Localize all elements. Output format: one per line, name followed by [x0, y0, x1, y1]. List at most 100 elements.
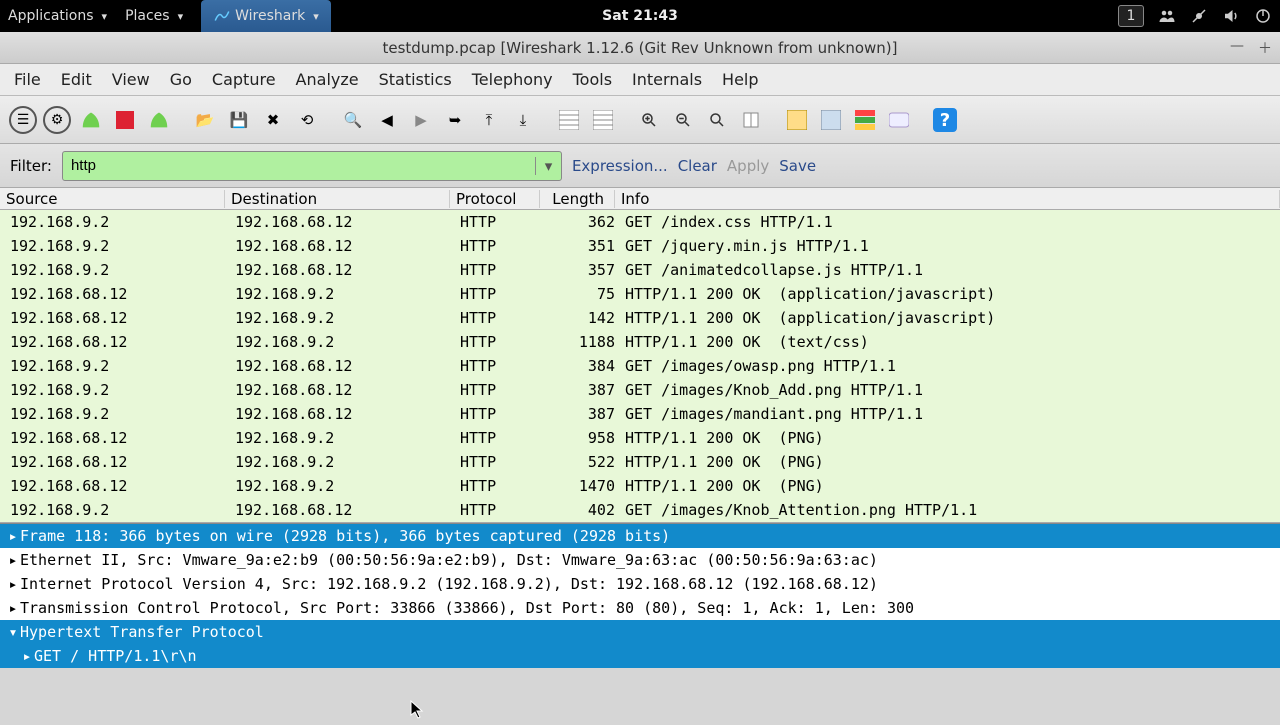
- apply-button[interactable]: Apply: [727, 157, 769, 175]
- coloring-rules-button[interactable]: [850, 105, 880, 135]
- display-filters-button[interactable]: [816, 105, 846, 135]
- auto-scroll-button[interactable]: [588, 105, 618, 135]
- maximize-icon[interactable]: ＋: [1258, 38, 1272, 58]
- col-protocol[interactable]: Protocol: [450, 190, 540, 208]
- cell-protocol: HTTP: [460, 261, 550, 279]
- find-button[interactable]: 🔍: [338, 105, 368, 135]
- record-icon[interactable]: [1190, 7, 1208, 25]
- workspace-badge[interactable]: 1: [1118, 5, 1144, 27]
- close-file-button[interactable]: ✖: [258, 105, 288, 135]
- cell-protocol: HTTP: [460, 357, 550, 375]
- filter-dropdown-icon[interactable]: ▾: [535, 157, 561, 175]
- menu-capture[interactable]: Capture: [204, 66, 284, 93]
- packet-row[interactable]: 192.168.9.2192.168.68.12HTTP402GET /imag…: [0, 498, 1280, 522]
- cell-protocol: HTTP: [460, 405, 550, 423]
- packet-row[interactable]: 192.168.68.12192.168.9.2HTTP142HTTP/1.1 …: [0, 306, 1280, 330]
- menu-file[interactable]: File: [6, 66, 49, 93]
- menu-go[interactable]: Go: [162, 66, 200, 93]
- packet-row[interactable]: 192.168.68.12192.168.9.2HTTP522HTTP/1.1 …: [0, 450, 1280, 474]
- cell-info: GET /images/Knob_Add.png HTTP/1.1: [625, 381, 1280, 399]
- menu-edit[interactable]: Edit: [53, 66, 100, 93]
- menu-statistics[interactable]: Statistics: [371, 66, 460, 93]
- expression-button[interactable]: Expression...: [572, 157, 668, 175]
- packet-row[interactable]: 192.168.68.12192.168.9.2HTTP958HTTP/1.1 …: [0, 426, 1280, 450]
- save-filter-button[interactable]: Save: [779, 157, 816, 175]
- mouse-cursor-icon: [410, 700, 426, 725]
- preferences-button[interactable]: [884, 105, 914, 135]
- filter-input[interactable]: [63, 157, 535, 174]
- interfaces-button[interactable]: ☰: [8, 105, 38, 135]
- cell-source: 192.168.9.2: [10, 357, 235, 375]
- active-app-indicator[interactable]: Wireshark: [201, 0, 331, 32]
- packet-details[interactable]: ▸Frame 118: 366 bytes on wire (2928 bits…: [0, 524, 1280, 668]
- resize-columns-button[interactable]: [736, 105, 766, 135]
- menu-internals[interactable]: Internals: [624, 66, 710, 93]
- packet-row[interactable]: 192.168.9.2192.168.68.12HTTP387GET /imag…: [0, 402, 1280, 426]
- menu-help[interactable]: Help: [714, 66, 766, 93]
- minimize-icon[interactable]: —: [1230, 38, 1244, 58]
- start-capture-button[interactable]: [76, 105, 106, 135]
- tree-tcp[interactable]: ▸Transmission Control Protocol, Src Port…: [0, 596, 1280, 620]
- tree-frame[interactable]: ▸Frame 118: 366 bytes on wire (2928 bits…: [0, 524, 1280, 548]
- open-button[interactable]: 📂: [190, 105, 220, 135]
- cell-source: 192.168.9.2: [10, 405, 235, 423]
- tree-http-get[interactable]: ▸GET / HTTP/1.1\r\n: [0, 644, 1280, 668]
- cell-info: HTTP/1.1 200 OK (application/javascript): [625, 309, 1280, 327]
- col-source[interactable]: Source: [0, 190, 225, 208]
- cell-protocol: HTTP: [460, 429, 550, 447]
- packet-list-header[interactable]: Source Destination Protocol Length Info: [0, 188, 1280, 210]
- power-icon[interactable]: [1254, 7, 1272, 25]
- zoom-reset-button[interactable]: [702, 105, 732, 135]
- cell-destination: 192.168.9.2: [235, 453, 460, 471]
- tree-http[interactable]: ▾Hypertext Transfer Protocol: [0, 620, 1280, 644]
- volume-icon[interactable]: [1222, 7, 1240, 25]
- packet-row[interactable]: 192.168.9.2192.168.68.12HTTP357GET /anim…: [0, 258, 1280, 282]
- window-titlebar[interactable]: testdump.pcap [Wireshark 1.12.6 (Git Rev…: [0, 32, 1280, 64]
- help-button[interactable]: ?: [930, 105, 960, 135]
- cell-source: 192.168.9.2: [10, 237, 235, 255]
- packet-row[interactable]: 192.168.68.12192.168.9.2HTTP1470HTTP/1.1…: [0, 474, 1280, 498]
- users-icon[interactable]: [1158, 7, 1176, 25]
- tree-ip[interactable]: ▸Internet Protocol Version 4, Src: 192.1…: [0, 572, 1280, 596]
- packet-row[interactable]: 192.168.68.12192.168.9.2HTTP1188HTTP/1.1…: [0, 330, 1280, 354]
- col-destination[interactable]: Destination: [225, 190, 450, 208]
- col-info[interactable]: Info: [615, 190, 1280, 208]
- packet-row[interactable]: 192.168.9.2192.168.68.12HTTP351GET /jque…: [0, 234, 1280, 258]
- col-length[interactable]: Length: [540, 190, 615, 208]
- packet-row[interactable]: 192.168.9.2192.168.68.12HTTP384GET /imag…: [0, 354, 1280, 378]
- capture-filters-button[interactable]: [782, 105, 812, 135]
- desktop-topbar: Applications Places Wireshark Sat 21:43 …: [0, 0, 1280, 32]
- cell-info: GET /images/owasp.png HTTP/1.1: [625, 357, 1280, 375]
- menu-places[interactable]: Places: [125, 8, 183, 24]
- back-button[interactable]: ◀: [372, 105, 402, 135]
- packet-list[interactable]: Source Destination Protocol Length Info …: [0, 188, 1280, 524]
- cell-length: 142: [550, 309, 625, 327]
- reload-button[interactable]: ⟲: [292, 105, 322, 135]
- filter-combo[interactable]: ▾: [62, 151, 562, 181]
- cell-source: 192.168.68.12: [10, 333, 235, 351]
- menu-tools[interactable]: Tools: [565, 66, 620, 93]
- goto-first-button[interactable]: ⤒: [474, 105, 504, 135]
- colorize-button[interactable]: [554, 105, 584, 135]
- restart-capture-button[interactable]: [144, 105, 174, 135]
- menu-analyze[interactable]: Analyze: [288, 66, 367, 93]
- packet-row[interactable]: 192.168.9.2192.168.68.12HTTP387GET /imag…: [0, 378, 1280, 402]
- tree-ethernet[interactable]: ▸Ethernet II, Src: Vmware_9a:e2:b9 (00:5…: [0, 548, 1280, 572]
- menu-applications[interactable]: Applications: [8, 8, 107, 24]
- clear-button[interactable]: Clear: [678, 157, 717, 175]
- menu-telephony[interactable]: Telephony: [464, 66, 561, 93]
- menu-view[interactable]: View: [104, 66, 158, 93]
- cell-length: 1188: [550, 333, 625, 351]
- save-button[interactable]: 💾: [224, 105, 254, 135]
- goto-button[interactable]: ➥: [440, 105, 470, 135]
- packet-row[interactable]: 192.168.68.12192.168.9.2HTTP75HTTP/1.1 2…: [0, 282, 1280, 306]
- zoom-out-button[interactable]: [668, 105, 698, 135]
- forward-button[interactable]: ▶: [406, 105, 436, 135]
- goto-last-button[interactable]: ⤓: [508, 105, 538, 135]
- stop-capture-button[interactable]: [110, 105, 140, 135]
- cell-destination: 192.168.9.2: [235, 477, 460, 495]
- cell-destination: 192.168.68.12: [235, 381, 460, 399]
- zoom-in-button[interactable]: [634, 105, 664, 135]
- packet-row[interactable]: 192.168.9.2192.168.68.12HTTP362GET /inde…: [0, 210, 1280, 234]
- options-button[interactable]: ⚙: [42, 105, 72, 135]
